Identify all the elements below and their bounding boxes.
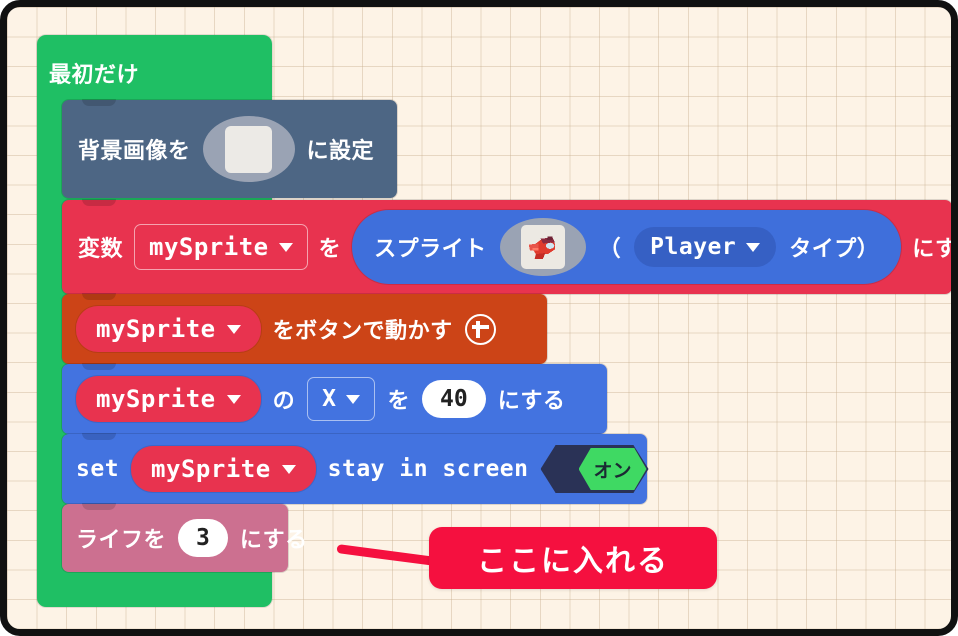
stay-in-screen-toggle-value: オン [578, 448, 647, 490]
sprite-reporter-block[interactable]: スプライト （ Player タイプ） [352, 210, 902, 284]
set-sprite-x-suffix-label: にする [497, 389, 566, 414]
statement-set-life[interactable]: ライフを 3 にする [62, 503, 307, 572]
stay-in-screen-toggle[interactable]: オン [540, 445, 649, 493]
variable-dropdown-value: mySprite [96, 315, 216, 343]
variable-dropdown-mysprite[interactable]: mySprite [134, 224, 308, 270]
set-background-prefix-label: 背景画像を [78, 139, 191, 164]
callout-pointer-line [336, 544, 437, 567]
set-variable-prefix-label: 変数 [78, 237, 124, 262]
variable-dropdown-mysprite[interactable]: mySprite [131, 446, 316, 492]
airplane-sprite-thumbnail-frame [520, 225, 565, 269]
set-variable-particle-label: を [318, 237, 342, 262]
editor-canvas: 最初だけ 背景画像を に設定 変数 mySprite を スプライト （ Pla… [0, 0, 958, 636]
sprite-kind-value: Player [650, 234, 737, 260]
block-notch [87, 35, 121, 43]
set-life-prefix-label: ライフを [76, 528, 167, 553]
move-with-buttons-label: をボタンで動かす [272, 319, 453, 344]
sprite-reporter-open-paren: （ [598, 237, 622, 262]
chevron-down-icon [226, 324, 241, 334]
variable-dropdown-mysprite[interactable]: mySprite [76, 376, 261, 422]
chevron-down-icon [226, 394, 241, 404]
set-sprite-x-particle-label-2: を [387, 389, 410, 414]
chevron-down-icon [281, 464, 296, 474]
statement-set-background-image[interactable]: 背景画像を に設定 [62, 99, 397, 198]
background-image-thumbnail[interactable] [202, 116, 295, 182]
chevron-down-icon [346, 394, 361, 404]
stay-in-screen-label: stay in screen [327, 456, 529, 482]
sprite-kind-dropdown[interactable]: Player [634, 227, 777, 267]
sprite-property-value: X [322, 386, 337, 412]
set-sprite-x-particle-label: の [272, 389, 296, 414]
variable-dropdown-value: mySprite [149, 233, 269, 261]
sprite-property-dropdown[interactable]: X [307, 377, 376, 421]
set-life-number-input[interactable]: 3 [178, 519, 228, 557]
on-start-label: 最初だけ [49, 63, 140, 88]
plus-circle-icon[interactable] [464, 313, 496, 345]
chevron-down-icon [278, 242, 293, 252]
background-image-thumbnail-frame [225, 125, 273, 173]
variable-dropdown-value: mySprite [151, 455, 271, 483]
statement-set-variable-to-sprite[interactable]: 変数 mySprite を スプライト （ Player タイプ） にす [62, 199, 951, 294]
set-background-suffix-label: に設定 [306, 139, 375, 164]
set-life-suffix-label: にする [239, 528, 308, 553]
variable-dropdown-value: mySprite [96, 385, 216, 413]
sprite-reporter-kind-label: タイプ） [789, 237, 880, 262]
airplane-icon [528, 236, 555, 259]
set-variable-suffix-label: にする [912, 237, 958, 262]
airplane-sprite-thumbnail[interactable] [499, 218, 586, 276]
statement-stay-in-screen[interactable]: set mySprite stay in screen オン [62, 433, 649, 504]
callout-bubble: ここに入れる [429, 527, 717, 589]
variable-dropdown-mysprite[interactable]: mySprite [76, 306, 261, 352]
sprite-reporter-label: スプライト [374, 237, 487, 262]
statement-move-with-buttons[interactable]: mySprite をボタンで動かす [62, 293, 547, 364]
statement-set-sprite-x[interactable]: mySprite の X を 40 にする [62, 363, 607, 434]
sprite-x-number-input[interactable]: 40 [421, 380, 486, 418]
stay-in-screen-prefix-label: set [76, 456, 120, 482]
chevron-down-icon [746, 242, 761, 252]
callout-label: ここに入れる [477, 544, 669, 579]
